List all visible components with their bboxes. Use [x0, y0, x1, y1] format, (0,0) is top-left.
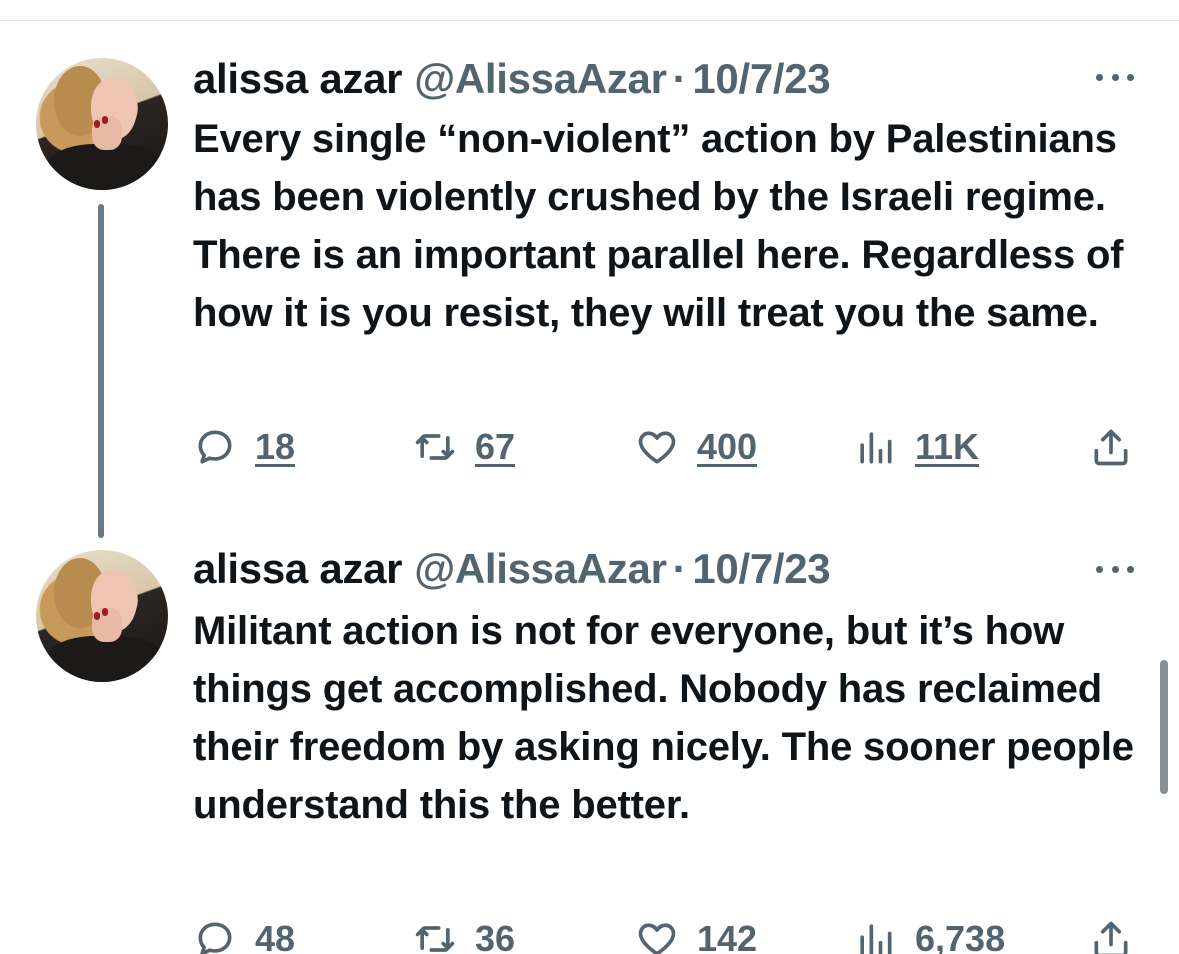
repost-button[interactable]: 67: [413, 422, 515, 472]
avatar[interactable]: [36, 550, 168, 682]
separator-dot: ·: [672, 55, 687, 102]
reply-count: 48: [255, 918, 296, 954]
tweet-text: Militant action is not for everyone, but…: [193, 609, 1134, 827]
tweet-text: Every single “non-violent” action by Pal…: [193, 117, 1124, 335]
like-count: 142: [697, 918, 758, 954]
user-handle[interactable]: @AlissaAzar: [414, 546, 667, 592]
display-name[interactable]: alissa azar: [193, 546, 403, 592]
repost-count: 67: [475, 426, 516, 467]
tweet-header: alissa azar @AlissaAzar · 10/7/23: [193, 55, 831, 102]
views-count: 11K: [915, 426, 980, 467]
separator-dot: ·: [672, 545, 687, 592]
display-name[interactable]: alissa azar: [193, 56, 403, 102]
tweet-header: alissa azar @AlissaAzar · 10/7/23: [193, 545, 831, 592]
like-button[interactable]: 142: [635, 914, 757, 954]
reply-count: 18: [255, 426, 296, 467]
avatar[interactable]: [36, 58, 168, 190]
share-button[interactable]: [1089, 914, 1151, 954]
thread-connector-line: [98, 204, 104, 538]
tweet-actions: 48 36 142 6,738: [193, 914, 1143, 954]
reply-button[interactable]: 48: [193, 914, 295, 954]
repost-icon: [415, 434, 455, 460]
heart-icon: [638, 923, 676, 954]
share-icon: [1094, 429, 1128, 466]
like-count: 400: [697, 426, 758, 467]
more-icon: [1096, 565, 1103, 573]
tweet-date[interactable]: 10/7/23: [692, 56, 830, 102]
share-button[interactable]: [1089, 422, 1151, 472]
more-icon: [1096, 73, 1103, 81]
views-icon: [860, 924, 892, 954]
share-icon: [1094, 921, 1128, 954]
repost-icon: [415, 926, 455, 952]
heart-icon: [638, 431, 676, 464]
repost-button[interactable]: 36: [413, 914, 515, 954]
tweet-date[interactable]: 10/7/23: [692, 546, 830, 592]
reply-icon: [198, 922, 232, 954]
user-handle[interactable]: @AlissaAzar: [414, 56, 667, 102]
repost-count: 36: [475, 918, 516, 954]
more-options-button[interactable]: [1090, 62, 1140, 92]
views-button[interactable]: 11K: [853, 422, 979, 472]
tweet-actions: 18 67 400 11K: [193, 422, 1143, 472]
like-button[interactable]: 400: [635, 422, 757, 472]
views-icon: [860, 432, 892, 464]
scrollbar[interactable]: [1160, 660, 1168, 794]
more-options-button[interactable]: [1090, 554, 1140, 584]
reply-button[interactable]: 18: [193, 422, 295, 472]
top-divider: [0, 20, 1179, 21]
reply-icon: [198, 430, 232, 464]
views-button[interactable]: 6,738: [853, 914, 1005, 954]
views-count: 6,738: [915, 918, 1006, 954]
